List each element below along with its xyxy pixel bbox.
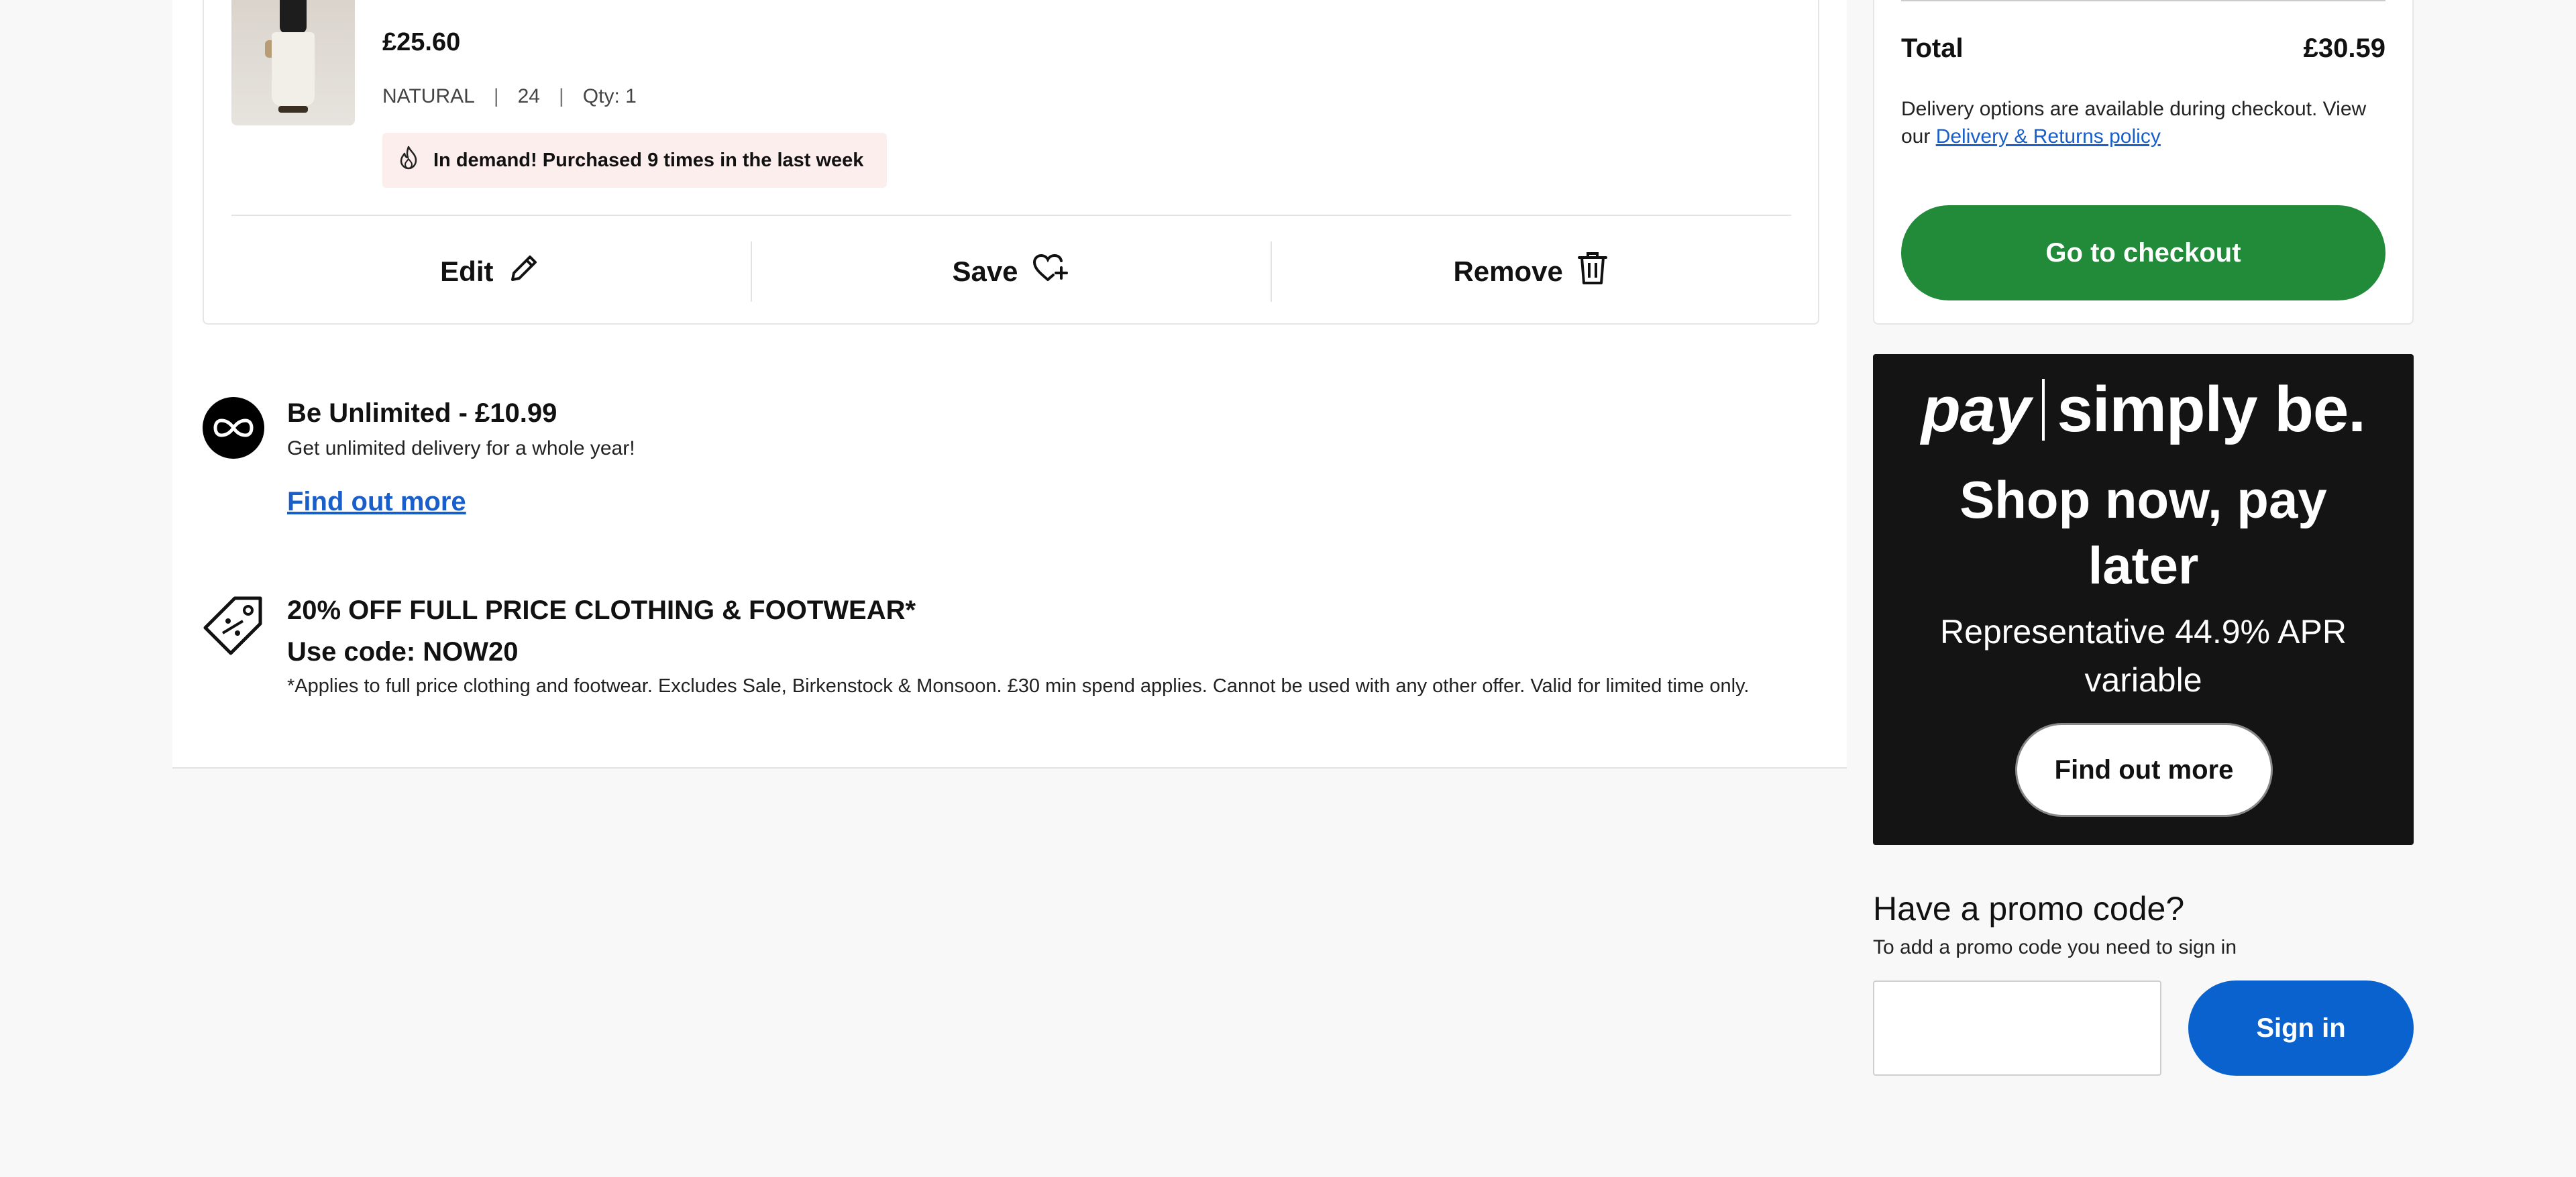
save-button[interactable]: Save: [750, 241, 1271, 302]
pay-headline: Shop now, pay later: [1960, 470, 2327, 595]
unlimited-find-out-more-link[interactable]: Find out more: [287, 487, 466, 517]
discount-tag-icon: [201, 594, 266, 659]
item-colour: NATURAL: [382, 85, 475, 107]
logo-brand-text: simply be.: [2057, 374, 2365, 445]
attr-separator: |: [558, 85, 564, 107]
offer-title: 20% OFF FULL PRICE CLOTHING & FOOTWEAR*: [287, 596, 916, 625]
promo-heading: Have a promo code?: [1873, 890, 2185, 928]
summary-divider: [1901, 0, 2385, 1]
delivery-note: Delivery options are available during ch…: [1901, 95, 2394, 150]
logo-divider: [2042, 379, 2045, 441]
total-label: Total: [1901, 34, 1964, 63]
offer-terms: *Applies to full price clothing and foot…: [287, 675, 1750, 697]
pencil-icon: [506, 250, 542, 293]
total-value: £30.59: [2303, 34, 2385, 63]
attr-separator: |: [493, 85, 499, 107]
pay-apr-text: Representative 44.9% APR variable: [1940, 613, 2347, 699]
in-demand-text: In demand! Purchased 9 times in the last…: [433, 149, 864, 171]
item-attributes: NATURAL | 24 | Qty: 1: [382, 85, 637, 108]
offer-code: Use code: NOW20: [287, 637, 519, 667]
unlimited-subtitle: Get unlimited delivery for a whole year!: [287, 437, 635, 459]
promo-code-input[interactable]: [1873, 980, 2161, 1076]
product-thumbnail[interactable]: [231, 0, 355, 125]
pay-simply-be-logo: pay simply be.: [1873, 373, 2414, 447]
pay-later-banner: pay simply be. Shop now, pay later Repre…: [1873, 354, 2414, 845]
promo-subtext: To add a promo code you need to sign in: [1873, 936, 2237, 958]
in-demand-badge: In demand! Purchased 9 times in the last…: [382, 133, 887, 188]
remove-label: Remove: [1453, 256, 1563, 287]
item-qty: Qty: 1: [582, 85, 637, 107]
flame-icon: [397, 145, 420, 176]
item-price: £25.60: [382, 28, 461, 56]
infinity-icon: [203, 397, 264, 459]
logo-pay-text: pay: [1921, 374, 2031, 445]
item-actions: Edit Save Remove: [231, 241, 1791, 302]
edit-button[interactable]: Edit: [231, 241, 751, 302]
unlimited-title: Be Unlimited - £10.99: [287, 398, 557, 428]
pay-find-out-more-button[interactable]: Find out more: [2015, 723, 2273, 817]
sign-in-button[interactable]: Sign in: [2188, 980, 2414, 1076]
delivery-returns-link[interactable]: Delivery & Returns policy: [1936, 125, 2161, 148]
go-to-checkout-button[interactable]: Go to checkout: [1901, 205, 2385, 300]
item-size: 24: [517, 85, 540, 107]
edit-label: Edit: [440, 256, 494, 287]
trash-icon: [1575, 249, 1610, 294]
save-label: Save: [952, 256, 1018, 287]
remove-button[interactable]: Remove: [1271, 241, 1791, 302]
card-divider: [231, 215, 1791, 216]
heart-plus-icon: [1030, 250, 1071, 293]
